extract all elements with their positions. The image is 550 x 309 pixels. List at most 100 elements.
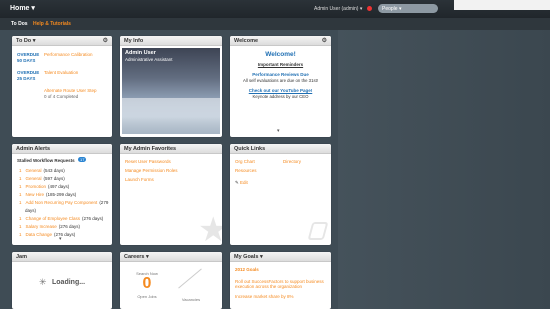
admin-alerts-card: Admin Alerts Stalled Workflow Requests 1… xyxy=(12,144,112,245)
reminders-heading: Important Reminders xyxy=(257,62,304,67)
overdue-status: OVERDUE xyxy=(17,52,40,57)
dashboard: To Do ▾ ⚙ OVERDUE 50 DAYS Performance Cal… xyxy=(0,30,550,309)
alert-count: 1 xyxy=(19,200,22,205)
gear-icon[interactable]: ⚙ xyxy=(322,37,327,44)
alert-label: New Hire xyxy=(25,192,45,197)
alert-days: (185-299 days) xyxy=(46,192,77,197)
sub-nav: To Dos Help & Tutorials xyxy=(0,18,550,30)
scroll-down-icon[interactable]: ▾ xyxy=(277,128,280,134)
alert-count: 1 xyxy=(19,176,22,181)
alert-days: (276 days) xyxy=(54,232,76,237)
alert-row[interactable]: 1 Promotion (497 days) xyxy=(19,184,69,189)
goals-plan-heading[interactable]: 2012 Goals xyxy=(235,267,259,272)
alert-count: 1 xyxy=(19,168,22,173)
header-blank-area xyxy=(454,0,550,10)
alert-days: days) xyxy=(25,208,37,213)
gear-icon[interactable]: ⚙ xyxy=(103,37,108,44)
goal-item[interactable]: Increase market share by 8% xyxy=(235,294,294,299)
user-name: Admin User xyxy=(125,50,156,56)
link-watermark-icon xyxy=(307,222,329,240)
alert-row[interactable]: 1 Change of Employee Class (276 days) xyxy=(19,216,103,221)
alert-days: (276 days) xyxy=(58,224,81,229)
quick-link[interactable]: Directory xyxy=(283,159,301,164)
stalled-heading: Stalled Workflow Requests xyxy=(17,158,75,163)
tab-todos[interactable]: To Dos xyxy=(11,21,28,27)
admin-user-menu[interactable]: Admin User (admin) ▾ xyxy=(314,6,362,12)
admin-alerts-title: Admin Alerts xyxy=(12,144,112,154)
photo-mist xyxy=(122,98,220,134)
notification-icon[interactable] xyxy=(367,6,372,11)
alert-days: (597 days) xyxy=(43,176,65,181)
todo-route-link[interactable]: Alternate Route User Step xyxy=(44,88,97,93)
reviews-link[interactable]: Performance Reviews Due xyxy=(230,72,331,77)
alert-row[interactable]: 1 New Hire (185-299 days) xyxy=(19,192,76,197)
todo-item-link[interactable]: Performance Calibration xyxy=(44,52,93,57)
edit-links-button[interactable]: ✎ Edit xyxy=(235,180,248,186)
open-jobs-label: Open Jobs xyxy=(137,294,157,299)
empty-dashboard-area xyxy=(338,30,550,309)
scroll-down-icon[interactable]: ▾ xyxy=(59,236,62,242)
todo-route-progress: 0 of 4 Completed xyxy=(44,94,79,99)
profile-photo[interactable]: Admin User Administrative Assistant xyxy=(122,48,220,134)
careers-title[interactable]: Careers ▾ xyxy=(120,252,222,262)
alert-days: (276 days) xyxy=(82,216,104,221)
alert-days: (279 xyxy=(99,200,109,205)
quick-link[interactable]: Org Chart xyxy=(235,159,255,164)
todo-title[interactable]: To Do ▾ ⚙ xyxy=(12,36,112,46)
overdue-status: OVERDUE xyxy=(17,70,40,75)
alert-label: General xyxy=(25,176,42,181)
top-bar: Home ▾ Admin User (admin) ▾ People ▾ xyxy=(0,0,550,18)
alert-label: Promotion xyxy=(25,184,47,189)
todo-card: To Do ▾ ⚙ OVERDUE 50 DAYS Performance Cal… xyxy=(12,36,112,137)
tab-help-tutorials[interactable]: Help & Tutorials xyxy=(33,21,71,27)
alert-row[interactable]: 1 Add Non Recurring Pay Component (279 xyxy=(19,200,108,205)
alert-count: 1 xyxy=(19,216,22,221)
youtube-text: Keynote address by our CEO xyxy=(252,94,309,99)
admin-favorites-card: My Admin Favorites Reset User Passwords … xyxy=(120,144,222,245)
loading-text: Loading... xyxy=(52,279,86,286)
alert-row[interactable]: 1 General (543 days) xyxy=(19,168,65,173)
favorite-link[interactable]: Launch Forms xyxy=(125,177,154,182)
alert-count: 1 xyxy=(19,192,22,197)
youtube-link[interactable]: Check out our YouTube Page! xyxy=(230,88,331,93)
alert-row[interactable]: 1 General (597 days) xyxy=(19,176,65,181)
my-goals-title[interactable]: My Goals ▾ xyxy=(230,252,331,262)
spinner-icon: ✳ xyxy=(39,277,47,287)
todo-item-link[interactable]: Talent Evaluation xyxy=(44,70,78,75)
my-info-title: My Info xyxy=(120,36,222,46)
pencil-icon: ✎ xyxy=(235,180,239,185)
alert-row[interactable]: 1 Salary Increase (276 days) xyxy=(19,224,80,229)
reviews-text: All self evaluations are due on the 31st… xyxy=(242,78,318,83)
star-watermark-icon: ★ xyxy=(198,211,222,245)
alert-days: (543 days) xyxy=(43,168,65,173)
home-menu[interactable]: Home ▾ xyxy=(10,4,35,12)
alert-days: (497 days) xyxy=(48,184,70,189)
user-role: Administrative Assistant xyxy=(125,57,173,62)
careers-card: Careers ▾ Search Now 0 Open Jobs Vacanci… xyxy=(120,252,222,309)
alert-label: Data Change xyxy=(25,232,53,237)
favorite-link[interactable]: Reset User Passwords xyxy=(125,159,171,164)
vacancies-label: Vacancies xyxy=(181,297,201,302)
alert-label: Change of Employee Class xyxy=(25,216,81,221)
alert-count: 1 xyxy=(19,232,22,237)
favorite-link[interactable]: Manage Permission Roles xyxy=(125,168,178,173)
alert-label: General xyxy=(25,168,42,173)
quick-link[interactable]: Resources xyxy=(235,168,257,173)
alert-label: Add Non Recurring Pay Component xyxy=(25,200,98,205)
welcome-title: Welcome ⚙ xyxy=(230,36,331,46)
welcome-card: Welcome ⚙ Welcome! Important Reminders Pe… xyxy=(230,36,331,137)
jam-title: Jam xyxy=(12,252,112,262)
quick-links-card: Quick Links Org Chart Resources Director… xyxy=(230,144,331,245)
my-info-card: My Info Admin User Administrative Assist… xyxy=(120,36,222,137)
welcome-heading: Welcome! xyxy=(265,51,296,58)
open-jobs-value[interactable]: 0 xyxy=(120,275,174,293)
alert-count: 1 xyxy=(19,184,22,189)
alert-row[interactable]: 1 Data Change (276 days) xyxy=(19,232,75,237)
people-search[interactable]: People ▾ xyxy=(378,4,438,13)
divider xyxy=(178,268,202,289)
edit-label: Edit xyxy=(240,180,248,185)
overdue-days: 25 DAYS xyxy=(17,76,36,81)
admin-favorites-title: My Admin Favorites xyxy=(120,144,222,154)
goal-item[interactable]: Roll out SuccessFactors to support busin… xyxy=(235,279,327,289)
alert-row[interactable]: days) xyxy=(19,208,36,213)
